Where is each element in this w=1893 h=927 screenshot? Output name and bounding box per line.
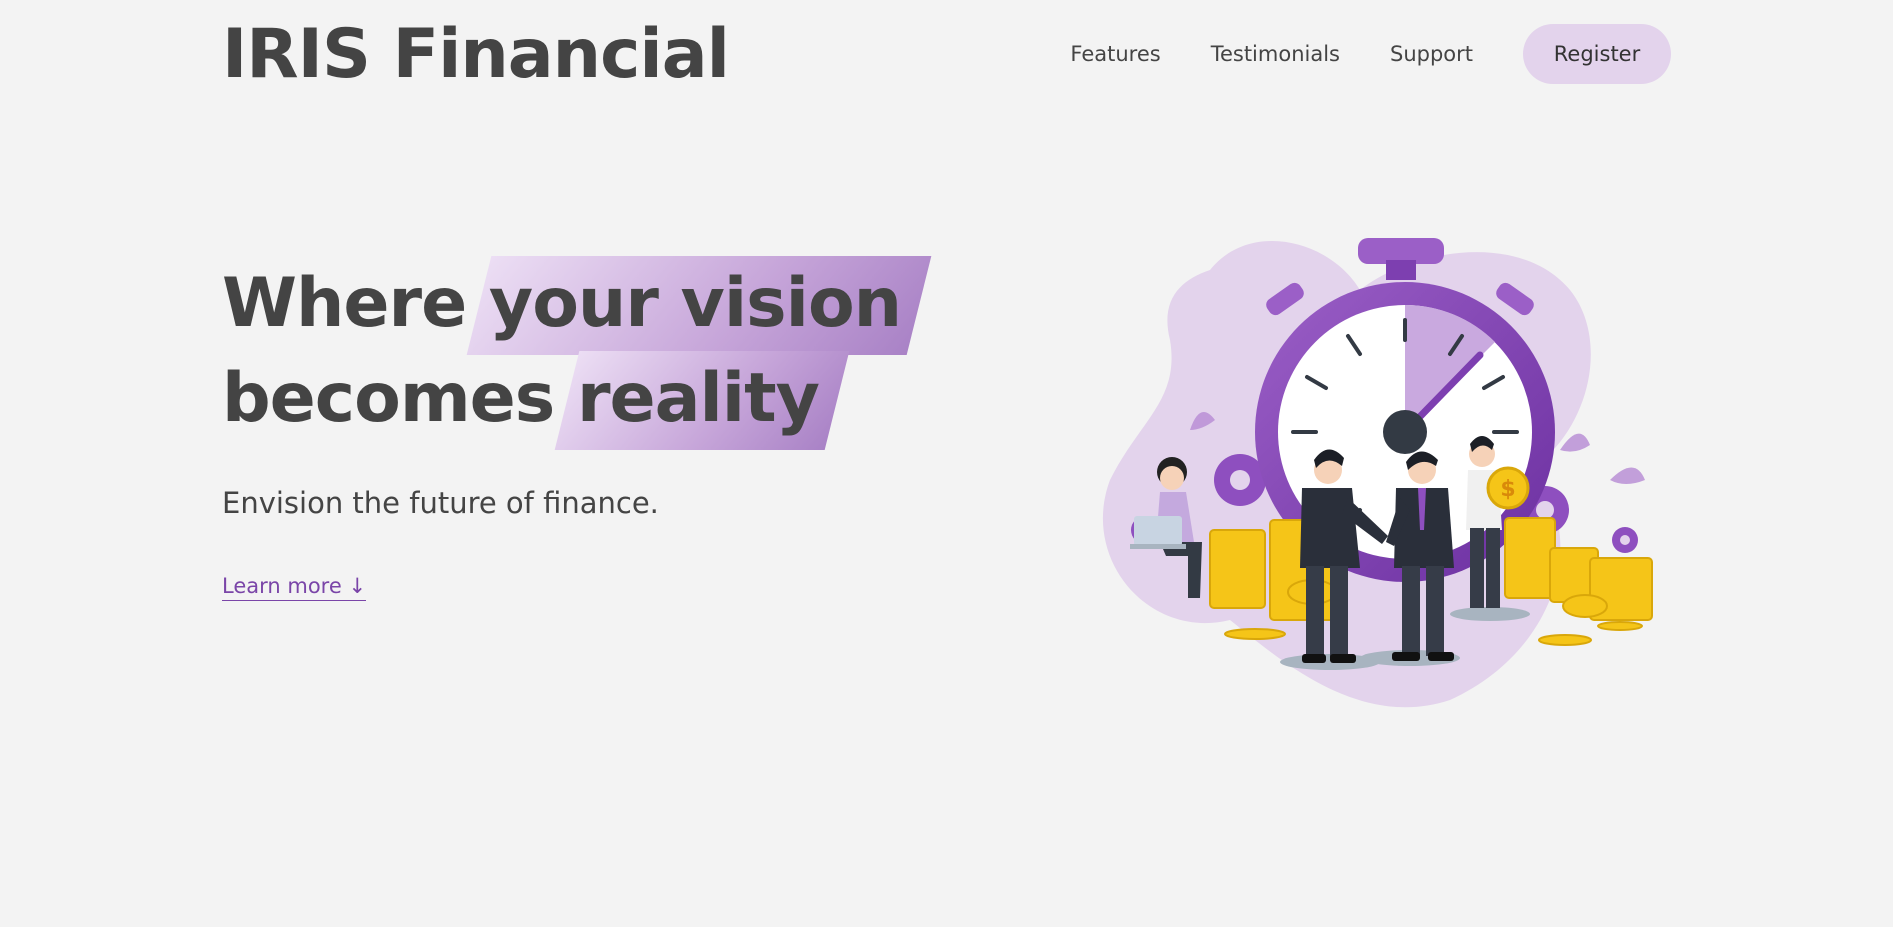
hero-title-line-1: Where your vision [222,256,902,351]
hero-title-plain-1: Where [222,264,489,343]
hero-title-line-2: becomes reality [222,351,901,446]
nav-link-support[interactable]: Support [1390,24,1473,84]
top-nav: Features Testimonials Support Register [1070,24,1671,84]
brand-logo[interactable]: IRIS Financial [222,12,730,98]
hero-title-plain-2: becomes [222,359,577,438]
hero-title-highlight-2: reality [576,359,820,438]
hero-title-highlight-1: your vision [488,264,902,343]
learn-more-link[interactable]: Learn more ↓ [222,574,367,601]
nav-link-testimonials[interactable]: Testimonials [1211,24,1340,84]
register-button[interactable]: Register [1523,24,1671,84]
coin-symbol: $ [1500,477,1515,502]
nav-link-features[interactable]: Features [1070,24,1160,84]
hero-illustration: $ [1102,238,1653,708]
hero-subtitle: Envision the future of finance. [222,486,659,520]
hero-title: Where your vision becomes reality [222,256,902,446]
